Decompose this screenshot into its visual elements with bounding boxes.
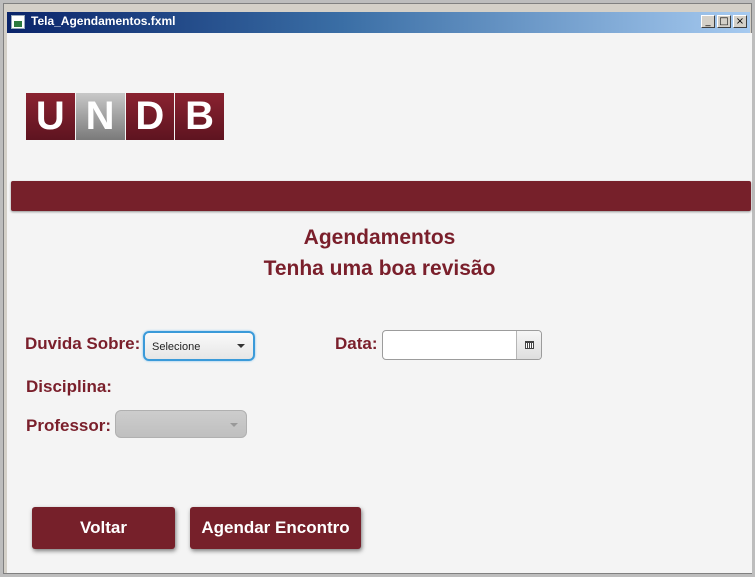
- disciplina-label: Disciplina:: [26, 377, 112, 396]
- header-banner: [11, 181, 751, 211]
- minimize-button[interactable]: _: [701, 15, 715, 28]
- close-button[interactable]: ×: [733, 15, 747, 28]
- duvida-label: Duvida Sobre:: [25, 334, 141, 353]
- page-subtitle: Tenha uma boa revisão: [263, 257, 496, 280]
- chevron-down-icon: [230, 423, 238, 427]
- professor-label: Professor:: [26, 416, 112, 435]
- window-controls: _ □ ×: [701, 15, 747, 28]
- window-title: Tela_Agendamentos.fxml: [31, 14, 176, 28]
- duvida-combobox[interactable]: Selecione: [143, 331, 255, 361]
- logo-letter: N: [75, 93, 125, 140]
- agendar-encontro-button[interactable]: Agendar Encontro: [190, 507, 361, 549]
- professor-combobox: [115, 410, 247, 438]
- undb-logo: U N D B: [26, 93, 224, 140]
- app-icon: [11, 15, 25, 29]
- voltar-button[interactable]: Voltar: [32, 507, 175, 549]
- app-window: Tela_Agendamentos.fxml _ □ × U N D B Age…: [0, 0, 755, 577]
- main-content: U N D B Agendamentos Tenha uma boa revis…: [7, 33, 752, 573]
- logo-letter: U: [26, 93, 75, 140]
- maximize-button[interactable]: □: [717, 15, 731, 28]
- logo-letter: D: [125, 93, 175, 140]
- calendar-button[interactable]: [516, 331, 541, 359]
- title-bar[interactable]: Tela_Agendamentos.fxml _ □ ×: [7, 12, 750, 33]
- date-picker[interactable]: [382, 330, 542, 360]
- data-label: Data:: [335, 334, 378, 353]
- duvida-selected-value: Selecione: [152, 341, 201, 353]
- page-title: Agendamentos: [303, 226, 456, 249]
- chevron-down-icon: [237, 344, 245, 348]
- logo-letter: B: [175, 93, 224, 140]
- calendar-icon: [524, 341, 534, 349]
